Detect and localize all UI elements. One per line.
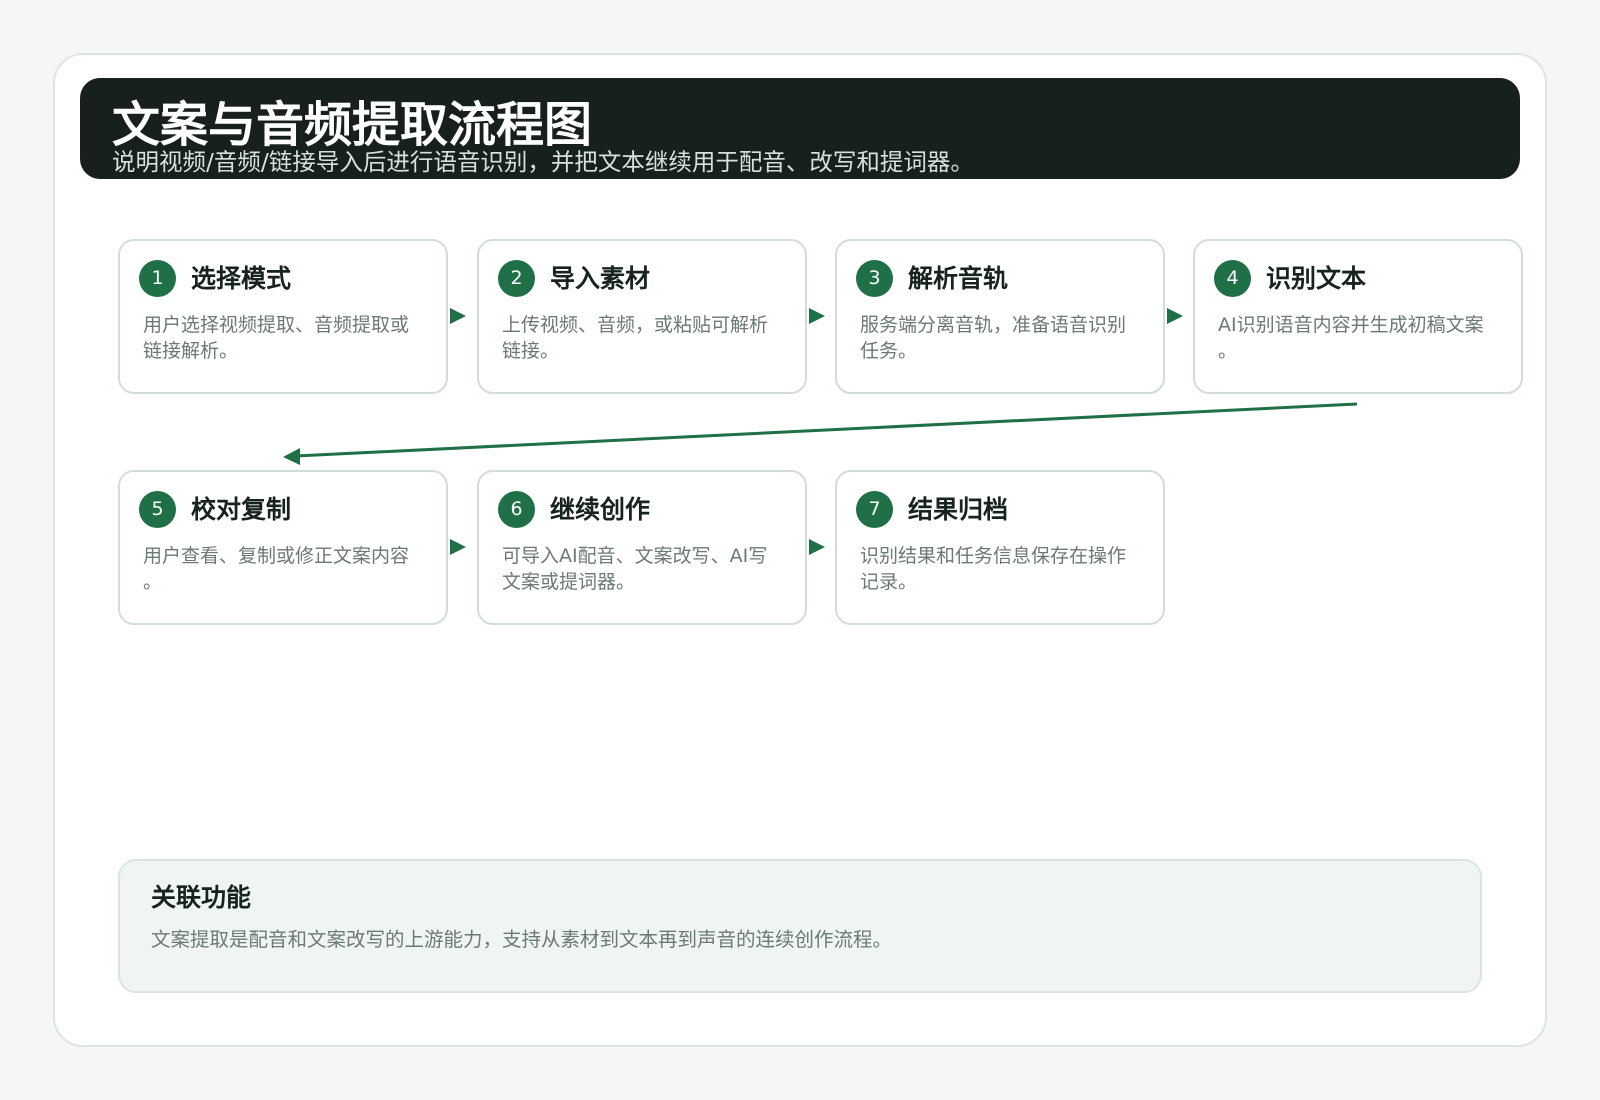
step-card-3: 3 解析音轨 服务端分离音轨，准备语音识别任务。 — [835, 239, 1165, 394]
step-card-6: 6 继续创作 可导入AI配音、文案改写、AI写文案或提词器。 — [477, 470, 807, 625]
step-number-badge: 7 — [856, 491, 893, 528]
step-description: 可导入AI配音、文案改写、AI写文案或提词器。 — [502, 545, 768, 593]
page-title: 文案与音频提取流程图 — [112, 97, 593, 153]
step-number-badge: 1 — [139, 260, 176, 297]
step-card-2: 2 导入素材 上传视频、音频，或粘贴可解析链接。 — [477, 239, 807, 394]
step-title: 校对复制 — [191, 495, 292, 524]
step-number-badge: 4 — [1214, 260, 1251, 297]
step-title: 解析音轨 — [908, 264, 1009, 293]
related-features-panel: 关联功能 文案提取是配音和文案改写的上游能力，支持从素材到文本再到声音的连续创作… — [118, 859, 1482, 993]
page-subtitle: 说明视频/音频/链接导入后进行语音识别，并把文本继续用于配音、改写和提词器。 — [112, 148, 974, 176]
step-title: 导入素材 — [550, 264, 651, 293]
related-description: 文案提取是配音和文案改写的上游能力，支持从素材到文本再到声音的连续创作流程。 — [151, 928, 893, 951]
step-description: 服务端分离音轨，准备语音识别任务。 — [860, 314, 1127, 362]
step-card-4: 4 识别文本 AI识别语音内容并生成初稿文案。 — [1193, 239, 1523, 394]
step-description: 识别结果和任务信息保存在操作记录。 — [860, 545, 1127, 593]
step-card-5: 5 校对复制 用户查看、复制或修正文案内容。 — [118, 470, 448, 625]
header-banner: 文案与音频提取流程图 说明视频/音频/链接导入后进行语音识别，并把文本继续用于配… — [80, 78, 1520, 179]
step-title: 继续创作 — [550, 495, 651, 524]
step-description: 上传视频、音频，或粘贴可解析链接。 — [502, 314, 769, 362]
related-title: 关联功能 — [151, 883, 252, 912]
step-description: 用户查看、复制或修正文案内容。 — [143, 545, 410, 593]
step-number-badge: 2 — [498, 260, 535, 297]
step-title: 识别文本 — [1266, 264, 1367, 293]
step-title: 选择模式 — [191, 264, 292, 293]
step-number-badge: 5 — [139, 491, 176, 528]
step-number-badge: 6 — [498, 491, 535, 528]
step-title: 结果归档 — [908, 495, 1009, 524]
step-number-badge: 3 — [856, 260, 893, 297]
step-description: AI识别语音内容并生成初稿文案。 — [1218, 314, 1484, 362]
step-card-1: 1 选择模式 用户选择视频提取、音频提取或链接解析。 — [118, 239, 448, 394]
step-description: 用户选择视频提取、音频提取或链接解析。 — [143, 314, 410, 362]
step-card-7: 7 结果归档 识别结果和任务信息保存在操作记录。 — [835, 470, 1165, 625]
